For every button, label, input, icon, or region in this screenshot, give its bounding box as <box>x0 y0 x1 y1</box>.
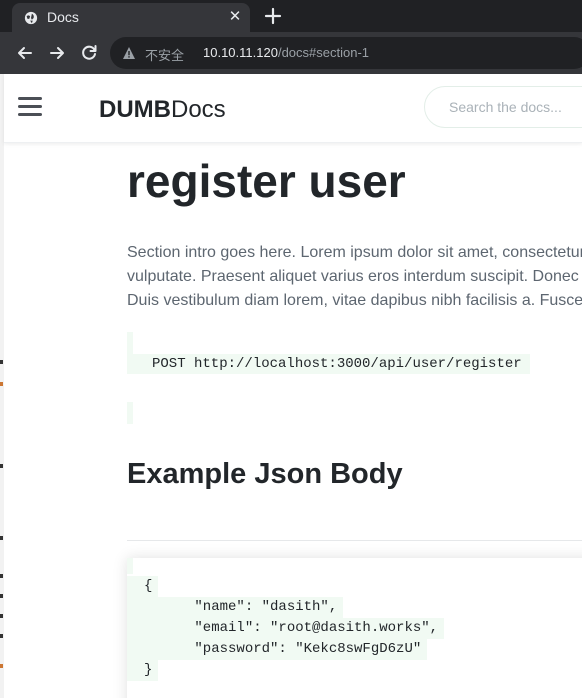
background-window-edge <box>0 74 4 698</box>
tab-title: Docs <box>47 9 79 25</box>
url-text[interactable]: 10.10.11.120/docs#section-1 <box>203 45 369 60</box>
hamburger-icon[interactable] <box>18 97 42 117</box>
url-host: 10.10.11.120 <box>203 45 278 60</box>
back-arrow-icon[interactable] <box>14 42 36 64</box>
code-block-padding <box>127 332 133 354</box>
forward-arrow-icon[interactable] <box>46 42 68 64</box>
json-line: "email": "root@dasith.works", <box>127 618 445 639</box>
reload-icon[interactable] <box>78 42 100 64</box>
browser-tab-bar: Docs ✕ <box>0 0 582 32</box>
warning-icon <box>123 47 135 59</box>
site-logo[interactable]: DUMBDocs <box>99 96 226 124</box>
json-code-block: { "name": "dasith", "email": "root@dasit… <box>127 576 445 681</box>
section-intro: Section intro goes here. Lorem ipsum dol… <box>127 241 582 313</box>
plus-icon[interactable] <box>262 5 284 27</box>
globe-icon <box>24 11 38 25</box>
intro-line: Duis vestibulum diam lorem, vitae dapibu… <box>127 292 582 309</box>
intro-line: Section intro goes here. Lorem ipsum dol… <box>127 244 582 261</box>
address-bar[interactable]: 不安全 10.10.11.120/docs#section-1 <box>110 37 582 69</box>
not-secure-label: 不安全 <box>145 48 185 63</box>
browser-tab-docs[interactable]: Docs ✕ <box>12 3 250 32</box>
divider <box>127 540 582 541</box>
page-title: register user <box>127 155 406 207</box>
endpoint-code: POST http://localhost:3000/api/user/regi… <box>127 354 530 374</box>
json-line: { <box>127 576 159 597</box>
url-path: /docs#section-1 <box>277 45 370 60</box>
site-header: DUMBDocs <box>4 74 582 143</box>
code-block-padding <box>127 558 133 574</box>
close-icon[interactable]: ✕ <box>226 8 244 26</box>
json-line: "password": "Kekc8swFgD6zU" <box>127 639 428 660</box>
browser-toolbar: 不安全 10.10.11.120/docs#section-1 <box>0 32 582 74</box>
page-viewport: DUMBDocs register user Section intro goe… <box>0 74 582 698</box>
example-json-heading: Example Json Body <box>127 458 403 490</box>
json-line: } <box>127 660 159 681</box>
json-line: "name": "dasith", <box>127 597 344 618</box>
intro-line: vulputate. Praesent aliquet varius eros … <box>127 268 579 285</box>
json-example-card: { "name": "dasith", "email": "root@dasit… <box>127 558 582 698</box>
brand-bold: DUMB <box>99 96 171 123</box>
search-input[interactable] <box>447 98 582 116</box>
code-block-padding <box>127 402 133 424</box>
brand-rest: Docs <box>171 96 226 123</box>
search-box[interactable] <box>424 86 582 128</box>
